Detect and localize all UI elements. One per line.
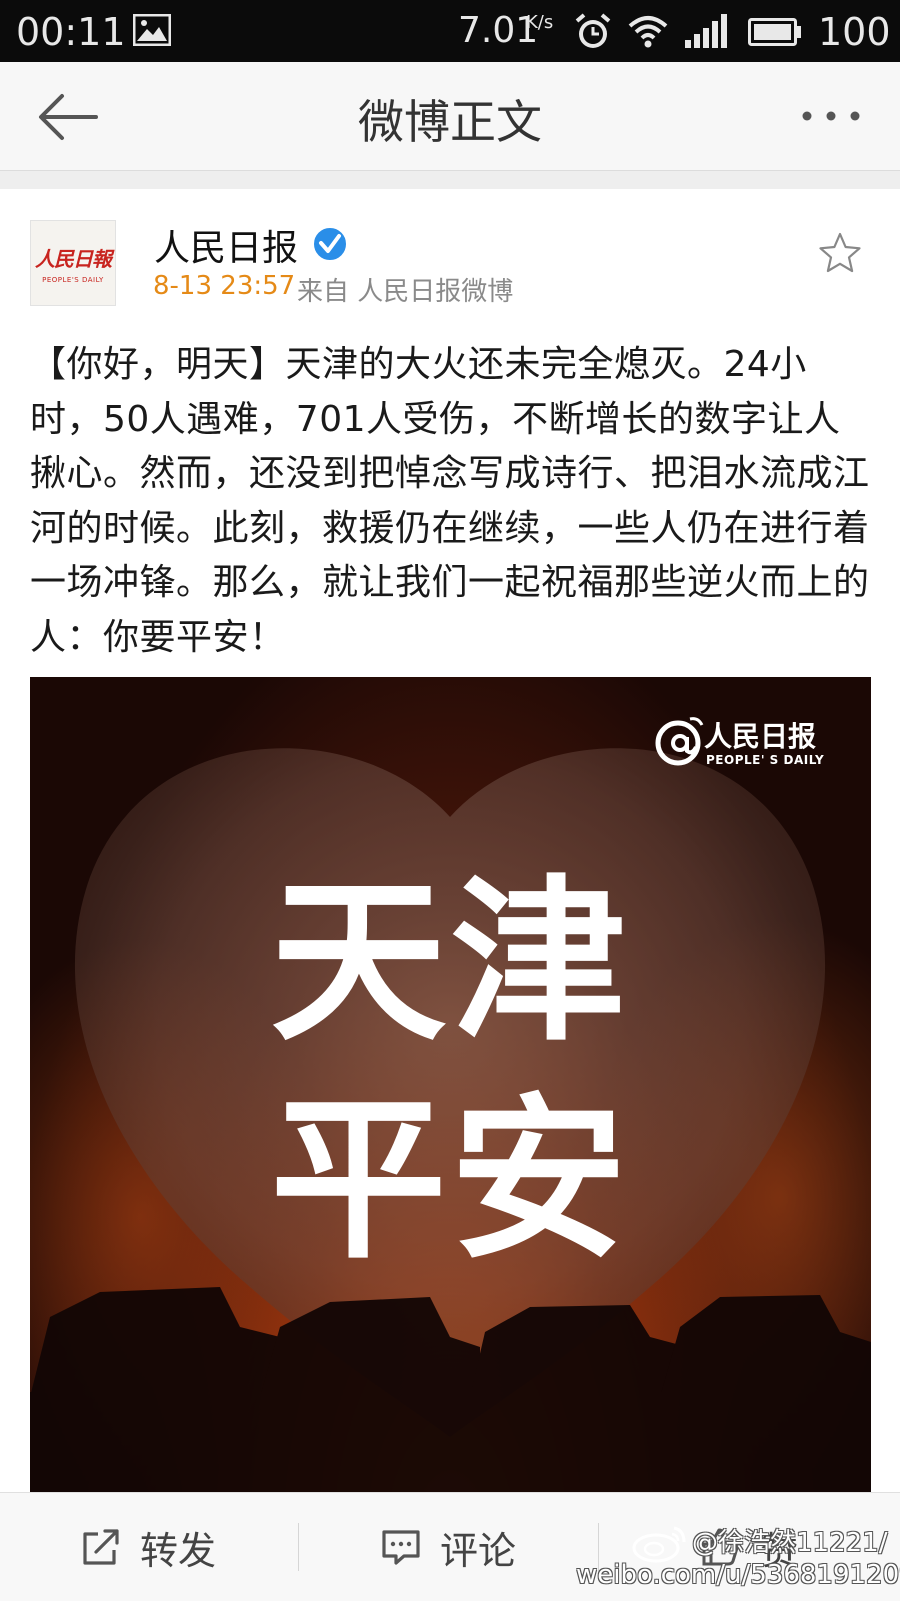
action-divider bbox=[298, 1523, 299, 1571]
author-avatar[interactable]: 人民日報 PEOPLE'S DAILY bbox=[30, 220, 116, 306]
avatar-logo-text: 人民日報 bbox=[35, 246, 112, 271]
wifi-icon bbox=[628, 16, 668, 48]
at-symbol-icon bbox=[655, 717, 704, 766]
avatar-logo-subtext: PEOPLE'S DAILY bbox=[42, 275, 104, 284]
network-speed-unit: K/s bbox=[526, 12, 554, 33]
star-icon[interactable] bbox=[818, 231, 862, 275]
post-image[interactable]: 天津 平安 人民日报 PEOPLE' S DAILY bbox=[30, 677, 871, 1493]
watermark-brand-en: PEOPLE' S DAILY bbox=[706, 753, 825, 767]
like-label: 赞 bbox=[760, 1528, 799, 1573]
watermark-brand: 人民日报 bbox=[704, 720, 817, 753]
page-title: 微博正文 bbox=[358, 95, 542, 149]
comment-icon bbox=[382, 1530, 420, 1565]
image-icon bbox=[133, 14, 171, 46]
status-bar: 00:11 7.01 K/s 100 bbox=[0, 0, 900, 62]
post-source: 来自 人民日报微博 bbox=[297, 277, 514, 307]
more-icon[interactable] bbox=[800, 106, 862, 126]
signal-icon bbox=[685, 14, 727, 48]
comment-label: 评论 bbox=[440, 1528, 517, 1573]
image-headline-line-1: 天津 bbox=[270, 860, 631, 1065]
image-watermark: 人民日报 PEOPLE' S DAILY bbox=[654, 713, 834, 777]
repost-icon bbox=[83, 1529, 119, 1565]
author-name[interactable]: 人民日报 bbox=[154, 219, 298, 271]
post-timestamp: 8-13 23:57 bbox=[153, 271, 296, 301]
comment-button[interactable]: 评论 bbox=[380, 1493, 516, 1601]
battery-icon bbox=[748, 18, 801, 46]
action-bar: 转发 评论 赞 bbox=[0, 1492, 900, 1601]
repost-label: 转发 bbox=[140, 1528, 217, 1573]
verified-icon bbox=[312, 226, 348, 262]
image-headline-line-2: 平安 bbox=[270, 1078, 631, 1283]
battery-level: 100 bbox=[818, 10, 891, 54]
action-divider bbox=[598, 1523, 599, 1571]
alarm-icon bbox=[575, 13, 611, 48]
repost-button[interactable]: 转发 bbox=[80, 1493, 216, 1601]
thumbs-up-icon bbox=[702, 1528, 740, 1566]
like-button[interactable]: 赞 bbox=[700, 1493, 798, 1601]
header-separator bbox=[0, 171, 900, 189]
post-text: 【你好，明天】天津的大火还未完全熄灭。24小时，50人遇难，701人受伤，不断增… bbox=[30, 344, 870, 658]
status-time: 00:11 bbox=[16, 10, 126, 54]
app-header: 微博正文 bbox=[0, 62, 900, 171]
